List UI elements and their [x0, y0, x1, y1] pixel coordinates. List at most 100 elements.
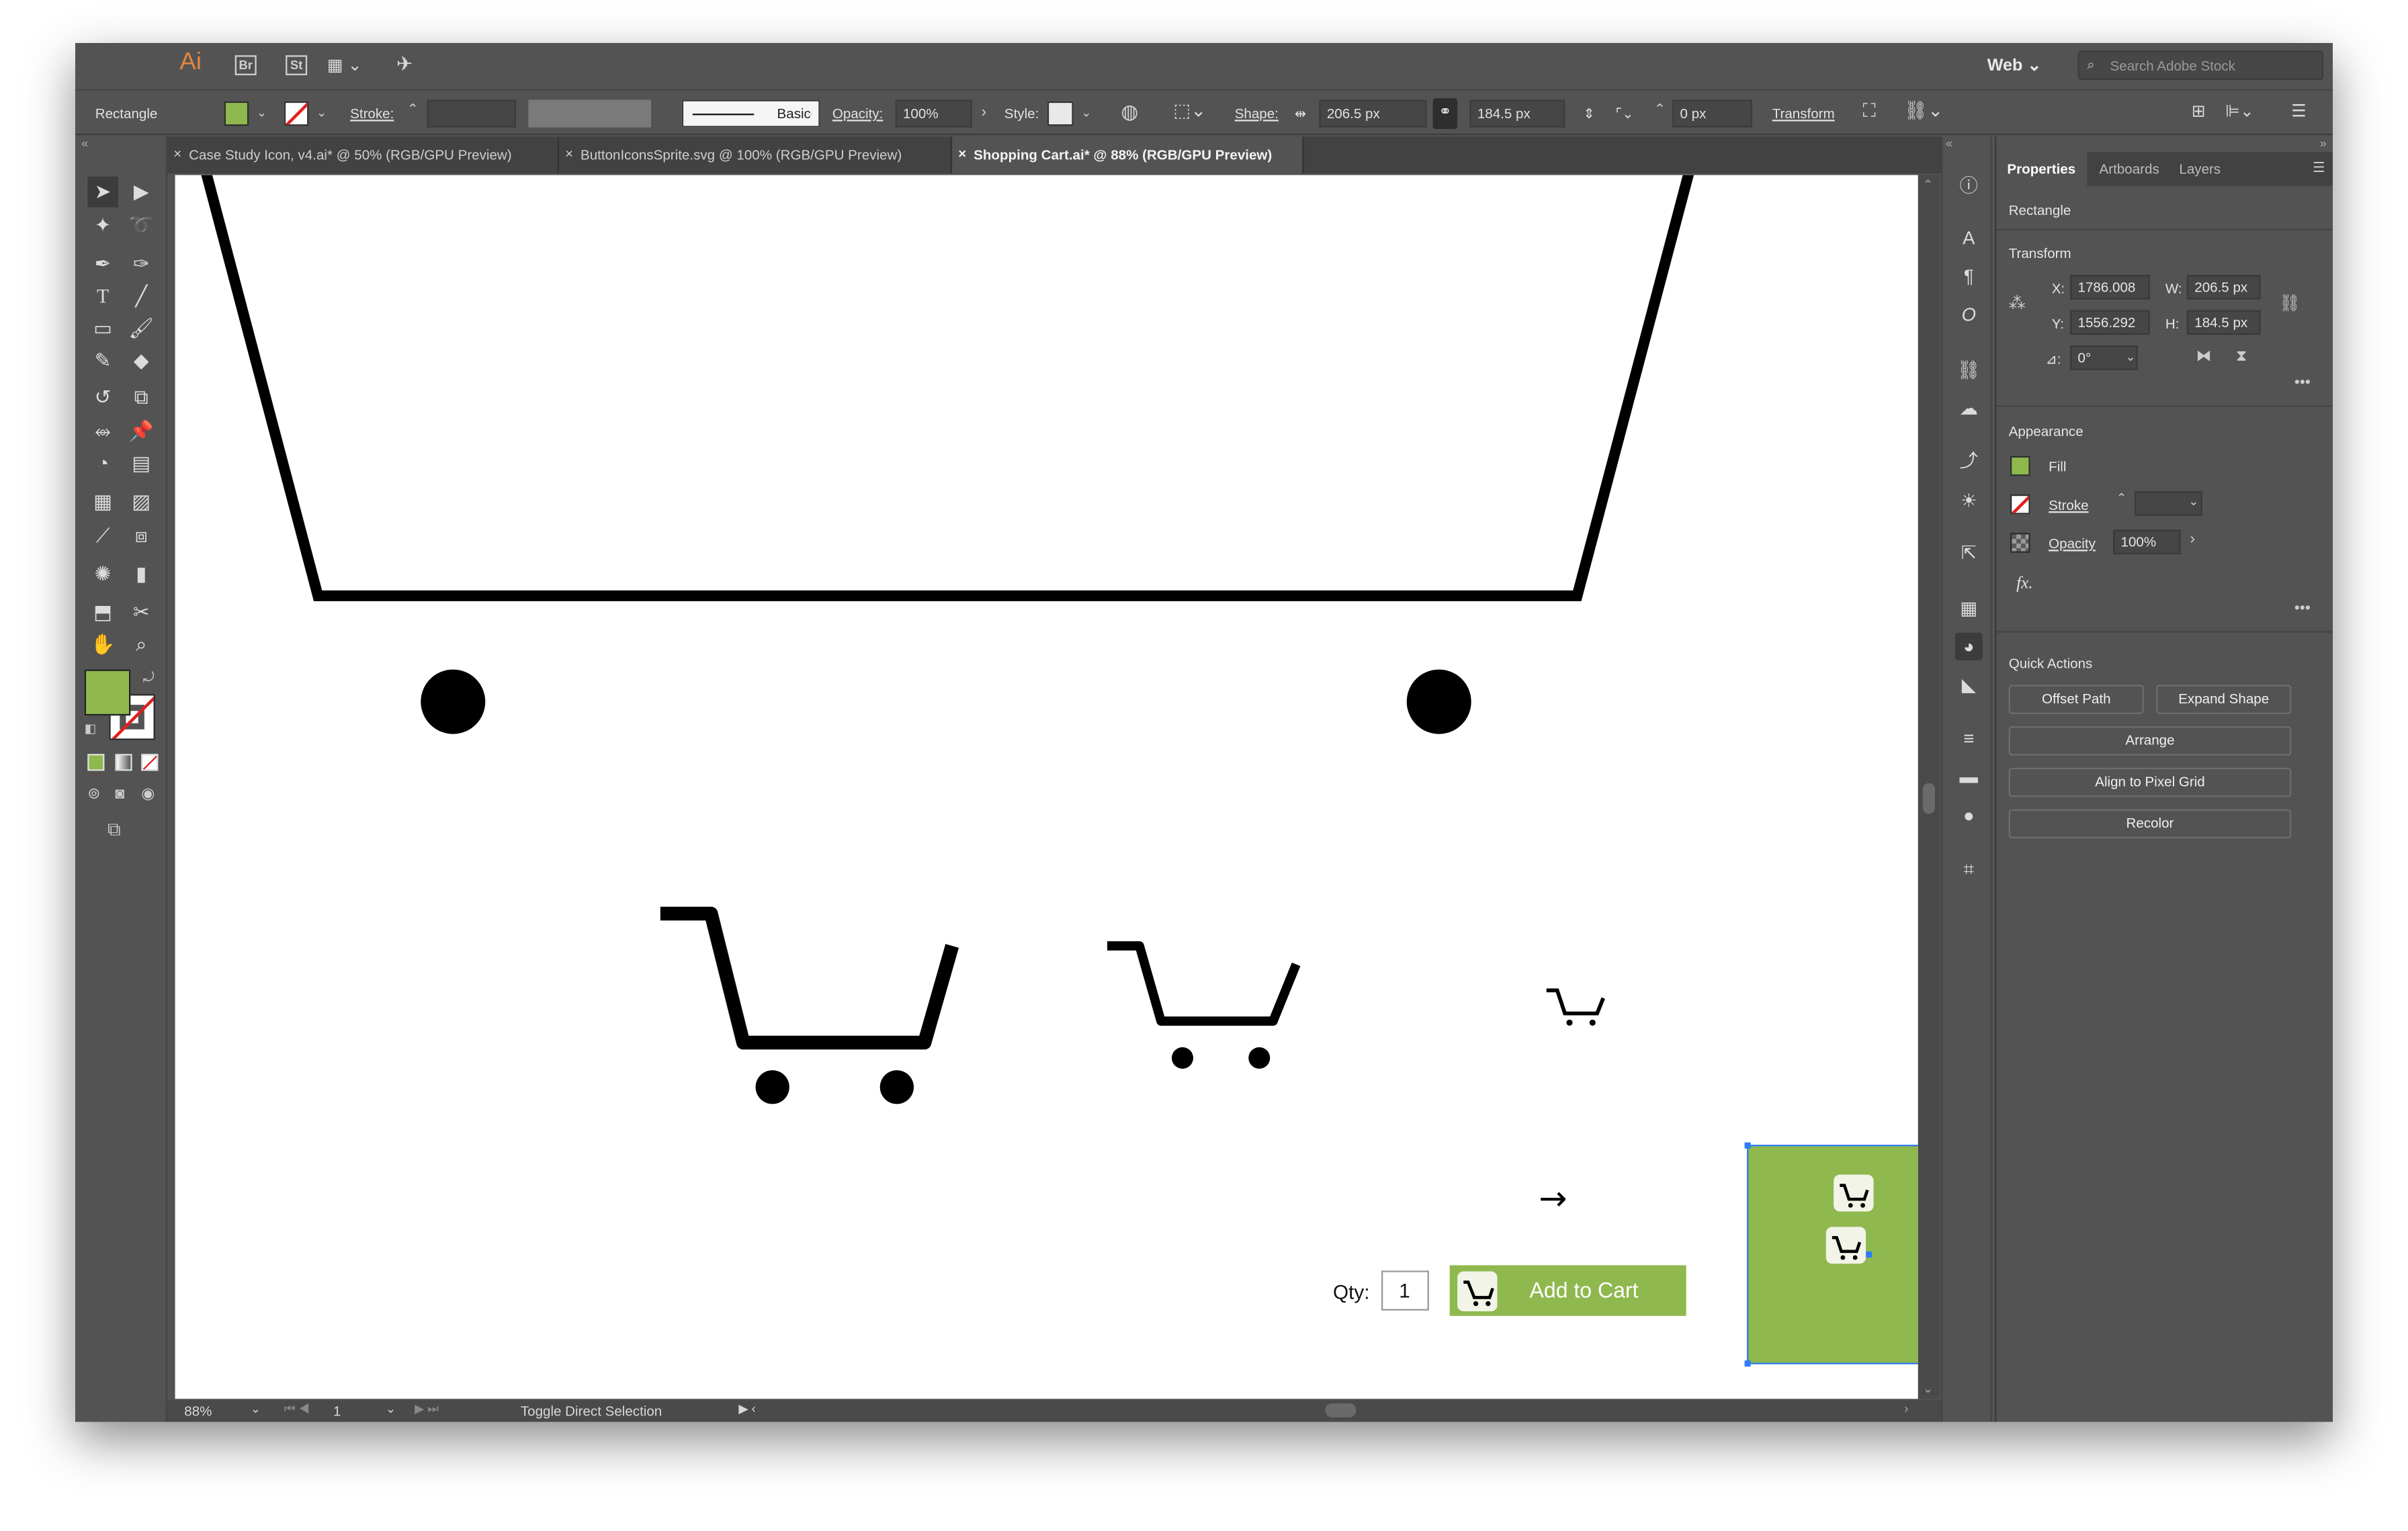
- curvature-tool-icon[interactable]: ✑: [126, 249, 157, 279]
- screen-mode-icon[interactable]: ⧉: [108, 818, 121, 841]
- stock-search-input[interactable]: ⌕ Search Adobe Stock: [2077, 50, 2324, 80]
- gradient-tool-icon[interactable]: ▨: [126, 487, 157, 518]
- artboard-tool-icon[interactable]: ⬒: [87, 597, 118, 628]
- swatches-icon[interactable]: ▦: [1955, 595, 1983, 622]
- reference-point-icon[interactable]: ⁂: [2009, 294, 2026, 313]
- asset-export-icon[interactable]: ⤴: [1955, 447, 1983, 474]
- direct-selection-tool-icon[interactable]: ▶: [126, 177, 157, 208]
- last-artboard-icon[interactable]: ▶ ⏭: [415, 1402, 439, 1417]
- stock-button[interactable]: St: [286, 55, 308, 75]
- corner-type-icon[interactable]: ⌜⌄: [1616, 106, 1634, 123]
- libraries-icon[interactable]: ☁: [1955, 394, 1983, 422]
- magic-wand-tool-icon[interactable]: ✦: [87, 210, 118, 241]
- paintbrush-tool-icon[interactable]: 🖌: [126, 313, 157, 344]
- color-guide-icon[interactable]: ◕: [1954, 632, 1983, 660]
- shape-label[interactable]: Shape:: [1235, 106, 1279, 122]
- arrange-documents-icon[interactable]: ▦ ⌄: [327, 55, 362, 75]
- fx-icon[interactable]: fx.: [2016, 574, 2032, 593]
- status-menu-icon[interactable]: ▶ ‹: [738, 1402, 755, 1416]
- graphic-style-swatch[interactable]: [1047, 101, 1074, 126]
- slice-tool-icon[interactable]: ✂: [126, 597, 157, 628]
- horizontal-scroll-thumb[interactable]: [1325, 1403, 1357, 1417]
- qty-value[interactable]: 1: [1399, 1279, 1410, 1302]
- first-artboard-icon[interactable]: ⏮ ◀: [284, 1402, 310, 1417]
- selection-tool-icon[interactable]: ➤: [87, 176, 118, 208]
- stroke-stepper-icon[interactable]: ⌃: [2116, 491, 2126, 505]
- eyedropper-tool-icon[interactable]: ⟋: [87, 521, 118, 552]
- appearance-opacity-label[interactable]: Opacity: [2049, 536, 2096, 552]
- fill-swatch[interactable]: [224, 101, 249, 126]
- tab-button-icons-sprite[interactable]: × ButtonIconsSprite.svg @ 100% (RGB/GPU P…: [559, 136, 953, 174]
- opentype-icon[interactable]: O: [1955, 301, 1983, 329]
- h-field[interactable]: 184.5 px: [2186, 310, 2261, 335]
- stroke-panel-icon[interactable]: ≡: [1955, 725, 1983, 752]
- artboard-dropdown-icon[interactable]: ⌄: [386, 1402, 396, 1416]
- panel-menu-icon[interactable]: ☰: [2313, 160, 2325, 177]
- opacity-field[interactable]: 100%: [895, 99, 972, 128]
- tab-shopping-cart[interactable]: × Shopping Cart.ai* @ 88% (RGB/GPU Previe…: [952, 136, 1304, 174]
- puppet-warp-tool-icon[interactable]: 📌: [126, 416, 157, 447]
- appearance-opacity-field[interactable]: 100%: [2113, 529, 2181, 555]
- eraser-tool-icon[interactable]: ◆: [126, 345, 157, 376]
- stroke-weight-dropdown-icon[interactable]: ⌄: [2188, 494, 2198, 509]
- scroll-up-icon[interactable]: ⌃: [1923, 178, 1933, 192]
- rectangle-tool-icon[interactable]: ▭: [87, 313, 118, 344]
- recolor-artwork-icon[interactable]: ◍: [1121, 100, 1139, 125]
- default-fill-stroke-icon[interactable]: ◧: [85, 721, 96, 736]
- transparency-icon[interactable]: ▬: [1955, 763, 1983, 791]
- collapse-strip-icon[interactable]: «: [1946, 136, 1952, 150]
- close-tab-icon[interactable]: ×: [958, 146, 966, 161]
- draw-inside-icon[interactable]: ◉: [141, 786, 155, 803]
- brush-dropdown-icon[interactable]: ⌄: [805, 106, 815, 120]
- stroke-label[interactable]: Stroke:: [350, 106, 394, 122]
- line-segment-tool-icon[interactable]: ╱: [126, 281, 157, 312]
- tab-layers[interactable]: Layers: [2168, 152, 2231, 185]
- zoom-level[interactable]: 88%: [184, 1403, 212, 1419]
- zoom-tool-icon[interactable]: ⌕: [126, 629, 157, 660]
- constrain-proportions-icon[interactable]: ⚭: [1432, 98, 1458, 129]
- scale-tool-icon[interactable]: ⧉: [126, 382, 157, 413]
- opacity-label[interactable]: Opacity:: [832, 106, 883, 122]
- w-field[interactable]: 206.5 px: [2186, 275, 2261, 300]
- tab-properties[interactable]: Properties: [1996, 152, 2087, 186]
- arrange-button[interactable]: Arrange: [2008, 726, 2292, 756]
- mesh-tool-icon[interactable]: ▦: [87, 487, 118, 518]
- brush-definition-field[interactable]: Basic: [681, 99, 820, 128]
- swap-fill-stroke-icon[interactable]: ⤾: [143, 670, 155, 687]
- info-icon[interactable]: ⓘ: [1955, 172, 1983, 200]
- shape-height-field[interactable]: 184.5 px: [1469, 99, 1565, 128]
- variable-width-profile[interactable]: [528, 99, 652, 128]
- gpu-performance-icon[interactable]: ✈: [396, 52, 413, 77]
- more-options-icon[interactable]: •••: [2294, 601, 2311, 617]
- vertical-scrollbar[interactable]: ⌃ ⌄: [1918, 175, 1940, 1399]
- collapse-toolbar-icon[interactable]: «: [81, 136, 88, 150]
- y-field[interactable]: 1556.292: [2070, 310, 2150, 335]
- shape-width-field[interactable]: 206.5 px: [1319, 99, 1427, 128]
- scroll-right-icon[interactable]: ›: [1904, 1402, 1908, 1416]
- align-to-pixel-grid-button[interactable]: Align to Pixel Grid: [2008, 767, 2292, 797]
- shape-builder-tool-icon[interactable]: ◔: [87, 448, 118, 479]
- close-tab-icon[interactable]: ×: [173, 146, 181, 161]
- artboard-number[interactable]: 1: [333, 1403, 341, 1419]
- perspective-grid-tool-icon[interactable]: ▤: [126, 448, 157, 479]
- opacity-expand-icon[interactable]: ›: [2190, 531, 2195, 548]
- corner-radius-field[interactable]: 0 px: [1672, 99, 1752, 128]
- stroke-weight-field[interactable]: [427, 99, 516, 128]
- paragraph-icon[interactable]: ¶: [1955, 263, 1983, 290]
- shaper-tool-icon[interactable]: ✎: [87, 345, 118, 376]
- expand-shape-button[interactable]: Expand Shape: [2156, 685, 2292, 714]
- draw-normal-icon[interactable]: ⊚: [87, 786, 100, 803]
- constrain-icon[interactable]: ⛓: [2279, 294, 2300, 313]
- column-graph-tool-icon[interactable]: ▮: [126, 559, 157, 590]
- more-options-icon[interactable]: •••: [2294, 375, 2311, 392]
- add-to-cart-label[interactable]: Add to Cart: [1530, 1278, 1639, 1303]
- transform-panel-icon[interactable]: ⌗: [1955, 855, 1983, 883]
- flip-vertical-icon[interactable]: ⧗: [2236, 349, 2247, 365]
- artboard-canvas[interactable]: → Qty: 1 Add to Cart: [175, 175, 1918, 1399]
- appearance-icon[interactable]: ☀: [1955, 487, 1983, 515]
- character-icon[interactable]: A: [1955, 224, 1983, 252]
- flip-horizontal-icon[interactable]: ⧓: [2196, 349, 2212, 365]
- width-tool-icon[interactable]: ⥈: [87, 416, 118, 447]
- rotate-tool-icon[interactable]: ↺: [87, 382, 118, 413]
- align-panel-icon[interactable]: ⊫⌄: [2225, 101, 2254, 121]
